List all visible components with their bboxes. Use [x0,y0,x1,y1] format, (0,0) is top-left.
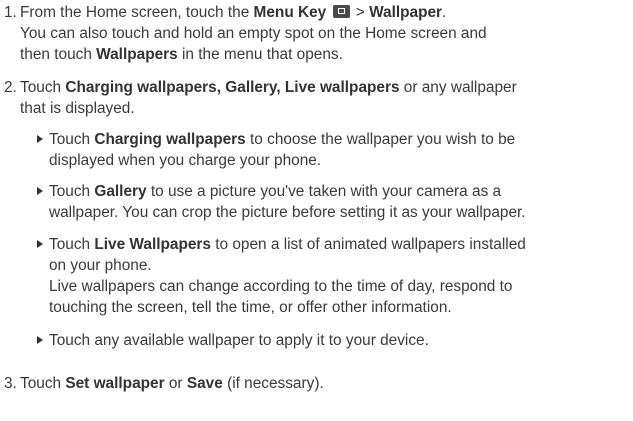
step-2-line-1: Touch Charging wallpapers, Gallery, Live… [20,79,517,96]
bullet-text: Touch Gallery to use a picture you've ta… [49,183,526,221]
charging-wallpapers-label: Charging wallpapers [94,131,246,148]
step-number: 3. [4,375,17,392]
step-text: Touch Set wallpaper or Save (if necessar… [20,375,324,392]
bullet-triangle-icon [37,187,43,195]
step-number: 1. [4,4,17,21]
bullet-triangle-icon [37,135,43,143]
bullet-text: Touch Live Wallpapers to open a list of … [49,236,526,316]
menu-key-icon [332,5,350,18]
bullet-triangle-icon [37,336,43,344]
bullet-text: Touch any available wallpaper to apply i… [49,332,429,349]
step-1-line-2: You can also touch and hold an empty spo… [20,25,487,42]
bullet-text: Touch Charging wallpapers to choose the … [49,131,516,169]
wallpapers-label: Wallpapers [96,46,178,63]
bullet-triangle-icon [37,240,43,248]
wallpaper-label: Wallpaper [369,4,443,21]
menu-key-label: Menu Key [253,4,327,21]
step-text: Touch Charging wallpapers, Gallery, Live… [20,77,629,119]
set-wallpaper-label: Set wallpaper [65,375,165,392]
step-1-line-3: then touch Wallpapers in the menu that o… [20,46,343,63]
step-text: From the Home screen, touch the Menu Key… [20,2,629,65]
step-1-line-1: From the Home screen, touch the Menu Key… [20,4,447,21]
gallery-label: Gallery [94,183,147,200]
live-wallpapers-label: Live Wallpapers [94,236,211,253]
save-label: Save [186,375,223,392]
options-label: Charging wallpapers, Gallery, Live wallp… [65,79,400,96]
step-number: 2. [4,79,17,96]
step-2-line-2: that is displayed. [20,100,135,117]
